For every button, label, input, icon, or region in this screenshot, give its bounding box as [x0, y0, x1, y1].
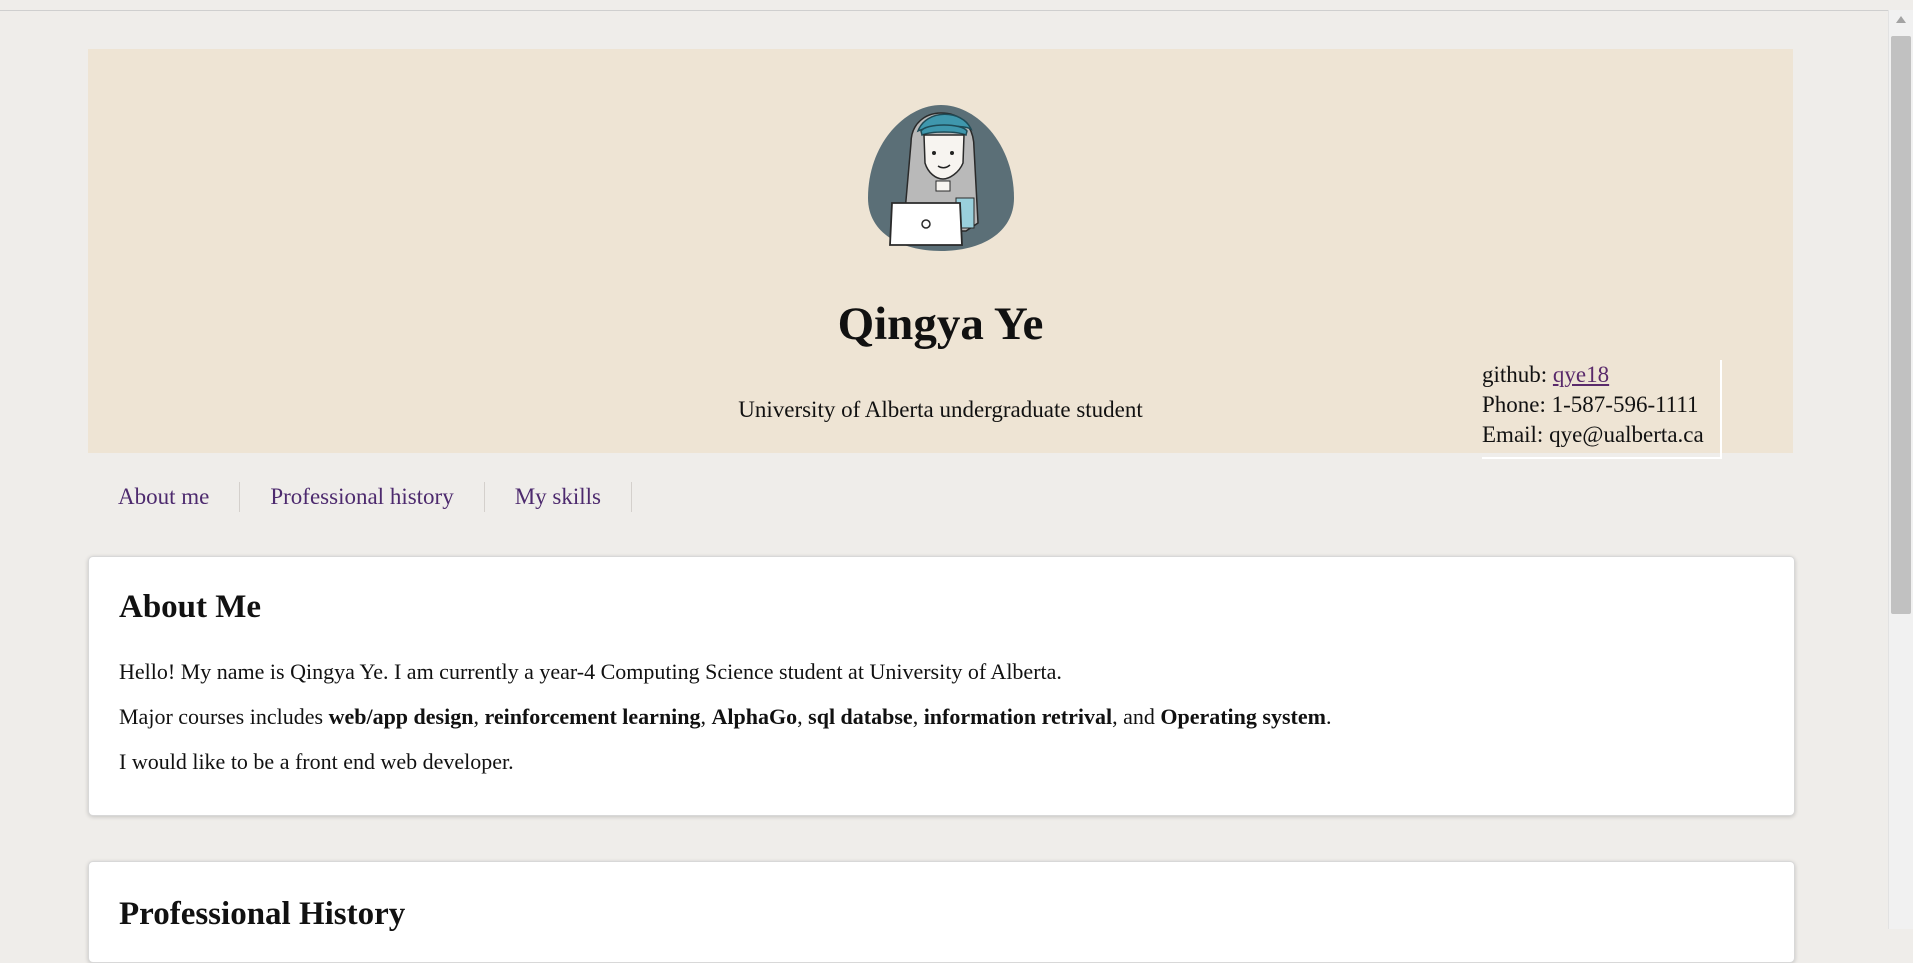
scroll-up-arrow-icon[interactable]	[1896, 16, 1906, 23]
about-goal: I would like to be a front end web devel…	[119, 749, 514, 774]
about-title: About Me	[119, 589, 262, 625]
about-body: Hello! My name is Qingya Ye. I am curren…	[119, 657, 1759, 777]
section-nav: About me Professional history My skills	[88, 476, 632, 518]
about-me-card: About Me Hello! My name is Qingya Ye. I …	[88, 556, 1795, 816]
github-link[interactable]: qye18	[1553, 362, 1609, 387]
period: .	[1325, 704, 1332, 729]
professional-history-card: Professional History	[88, 861, 1795, 963]
sep: ,	[700, 704, 712, 729]
email-text: Email: qye@ualberta.ca	[1482, 422, 1704, 447]
course-reinforcement-learning: reinforcement learning	[484, 704, 701, 729]
github-row: github: qye18	[1482, 360, 1720, 390]
course-web-app-design: web/app design	[328, 704, 474, 729]
sep: ,	[797, 704, 809, 729]
course-operating-system: Operating system	[1160, 704, 1326, 729]
avatar	[868, 105, 1014, 251]
scroll-thumb[interactable]	[1891, 36, 1911, 614]
github-label: github:	[1482, 362, 1553, 387]
browser-top-edge	[0, 0, 1890, 11]
sep: ,	[473, 704, 485, 729]
profile-header: Qingya Ye University of Alberta undergra…	[88, 49, 1793, 459]
nav-professional-history[interactable]: Professional history	[240, 482, 485, 512]
and: , and	[1112, 704, 1161, 729]
courses-prefix: Major courses includes	[119, 704, 329, 729]
course-sql-database: sql databse	[808, 704, 913, 729]
about-intro: Hello! My name is Qingya Ye. I am curren…	[119, 659, 1062, 684]
about-courses: Major courses includes web/app design, r…	[119, 702, 1759, 732]
sep: ,	[912, 704, 924, 729]
profile-name: Qingya Ye	[837, 298, 1044, 350]
professional-history-title: Professional History	[119, 896, 406, 932]
course-information-retrieval: information retrival	[923, 704, 1113, 729]
course-alphago: AlphaGo	[711, 704, 798, 729]
phone-text: Phone: 1-587-596-1111	[1482, 392, 1699, 417]
vertical-scrollbar[interactable]	[1888, 10, 1913, 929]
contact-info: github: qye18 Phone: 1-587-596-1111 Emai…	[1482, 360, 1722, 459]
nav-my-skills[interactable]: My skills	[485, 482, 632, 512]
nav-about-me[interactable]: About me	[88, 482, 241, 512]
